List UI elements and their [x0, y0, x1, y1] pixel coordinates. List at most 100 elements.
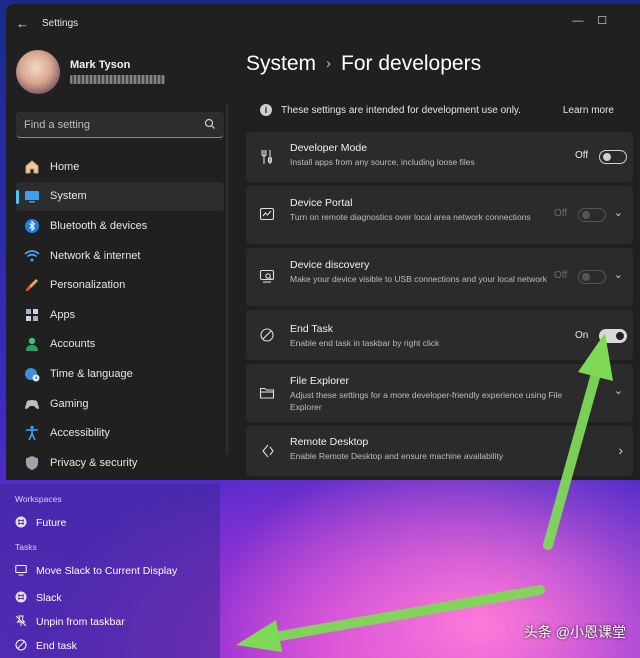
- sidebar-item-accessibility[interactable]: Accessibility: [16, 418, 224, 448]
- window-title: Settings: [42, 18, 79, 29]
- toggle-state-label: Off: [554, 270, 568, 281]
- tasks-header: Tasks: [15, 542, 37, 552]
- system-icon: [25, 191, 39, 203]
- jumplist-label: End task: [36, 640, 77, 652]
- workspaces-header: Workspaces: [15, 494, 62, 504]
- jumplist-item-move-slack[interactable]: Move Slack to Current Display: [0, 560, 220, 582]
- sidebar-item-privacy[interactable]: Privacy & security: [16, 448, 224, 478]
- search-input[interactable]: [24, 116, 194, 134]
- slack-icon: [15, 516, 27, 528]
- info-bar: i These settings are intended for develo…: [246, 96, 628, 126]
- page-title: System › For developers: [246, 52, 481, 76]
- jumplist-label: Move Slack to Current Display: [36, 565, 178, 577]
- sidebar-item-apps[interactable]: Apps: [16, 300, 224, 330]
- toggle-state-label: Off: [575, 150, 589, 161]
- breadcrumb-current: For developers: [341, 52, 482, 75]
- device-discovery-card[interactable]: Device discovery Make your device visibl…: [246, 248, 633, 306]
- jumplist-label: Slack: [36, 592, 62, 604]
- sidebar-item-label: Privacy & security: [50, 456, 138, 469]
- info-icon: i: [260, 104, 272, 116]
- shield-icon: [26, 455, 38, 470]
- card-title: Developer Mode: [290, 142, 368, 154]
- sidebar-item-label: Home: [50, 160, 80, 173]
- sidebar-item-bluetooth[interactable]: Bluetooth & devices: [16, 211, 224, 241]
- sidebar-item-home[interactable]: Home: [16, 152, 224, 182]
- sidebar-item-gaming[interactable]: Gaming: [16, 389, 224, 419]
- card-description: Make your device visible to USB connecti…: [290, 274, 548, 284]
- breadcrumb-separator: ›: [326, 55, 332, 72]
- toggle-knob: [582, 211, 590, 219]
- chevron-right-icon[interactable]: ›: [618, 442, 623, 458]
- jumplist-item-slack[interactable]: Slack: [0, 587, 220, 609]
- sidebar-item-accounts[interactable]: Accounts: [16, 330, 224, 360]
- settings-window: ← Settings — ☐ Mark Tyson Home System: [6, 4, 640, 480]
- toggle-knob: [582, 273, 590, 281]
- developer-tools-icon: [261, 150, 273, 164]
- sidebar-item-label: Apps: [50, 308, 76, 321]
- maximize-icon[interactable]: ☐: [590, 12, 614, 30]
- card-description: Install apps from any source, including …: [290, 157, 475, 167]
- device-discovery-toggle: [578, 270, 606, 284]
- taskbar-jump-list: Workspaces Future Tasks Move Slack to Cu…: [0, 484, 220, 658]
- sidebar-item-label: Accounts: [50, 338, 96, 351]
- chevron-down-icon[interactable]: ⌄: [614, 268, 623, 281]
- slack-icon: [15, 591, 27, 603]
- device-portal-icon: [259, 207, 275, 221]
- search-box[interactable]: [16, 112, 224, 138]
- card-description: Enable end task in taskbar by right clic…: [290, 338, 440, 348]
- card-description: Turn on remote diagnostics over local ar…: [290, 212, 531, 222]
- remote-desktop-card[interactable]: Remote Desktop Enable Remote Desktop and…: [246, 426, 633, 476]
- sidebar-divider: [226, 104, 228, 454]
- workspace-label: Future: [36, 517, 67, 529]
- developer-settings-list: Developer Mode Install apps from any sou…: [246, 132, 633, 480]
- gaming-icon: [25, 399, 39, 409]
- toggle-state-label: Off: [554, 208, 568, 219]
- remote-desktop-icon: [262, 444, 274, 458]
- avatar: [16, 50, 60, 94]
- back-arrow-icon[interactable]: ←: [16, 16, 32, 32]
- developer-mode-toggle[interactable]: [599, 150, 627, 164]
- wifi-icon: [24, 249, 40, 262]
- card-title: Device discovery: [290, 259, 370, 271]
- chevron-down-icon[interactable]: ⌄: [614, 384, 623, 397]
- end-task-toggle[interactable]: [599, 329, 627, 343]
- card-title: File Explorer: [290, 375, 349, 387]
- minimize-icon[interactable]: —: [566, 12, 590, 30]
- brush-icon: [26, 279, 38, 292]
- learn-more-link[interactable]: Learn more: [563, 105, 614, 116]
- card-description: Enable Remote Desktop and ensure machine…: [290, 451, 504, 461]
- accounts-icon: [26, 338, 38, 352]
- sidebar-item-label: Gaming: [50, 397, 89, 410]
- jumplist-item-unpin[interactable]: Unpin from taskbar: [0, 611, 220, 633]
- sidebar-item-label: Personalization: [50, 279, 126, 292]
- developer-mode-card[interactable]: Developer Mode Install apps from any sou…: [246, 132, 633, 182]
- display-icon: [15, 565, 27, 576]
- device-portal-card[interactable]: Device Portal Turn on remote diagnostics…: [246, 186, 633, 244]
- search-icon[interactable]: [204, 118, 216, 130]
- end-task-icon: [260, 328, 274, 342]
- sidebar-item-label: Time & language: [50, 367, 133, 380]
- jumplist-label: Unpin from taskbar: [36, 616, 125, 628]
- sidebar-item-system[interactable]: System: [16, 181, 224, 212]
- sidebar-item-label: Accessibility: [50, 427, 110, 440]
- breadcrumb-parent[interactable]: System: [246, 52, 316, 75]
- toggle-knob: [616, 332, 624, 340]
- sidebar-item-network[interactable]: Network & internet: [16, 241, 224, 271]
- device-discovery-icon: [259, 269, 275, 283]
- sidebar-item-label: System: [50, 190, 87, 203]
- file-explorer-card[interactable]: File Explorer Adjust these settings for …: [246, 364, 633, 422]
- chevron-down-icon[interactable]: ⌄: [614, 206, 623, 219]
- card-title: End Task: [290, 323, 333, 335]
- sidebar-item-label: Network & internet: [50, 249, 141, 262]
- sidebar-item-label: Bluetooth & devices: [50, 219, 148, 232]
- info-text: These settings are intended for developm…: [281, 105, 521, 116]
- device-portal-toggle: [578, 208, 606, 222]
- bluetooth-icon: [25, 218, 39, 233]
- end-task-card[interactable]: End Task Enable end task in taskbar by r…: [246, 310, 633, 360]
- sidebar-item-time-language[interactable]: Time & language: [16, 359, 224, 389]
- sidebar-item-personalization[interactable]: Personalization: [16, 270, 224, 300]
- user-profile[interactable]: Mark Tyson: [16, 50, 216, 100]
- workspace-item-future[interactable]: Future: [0, 512, 220, 534]
- unpin-icon: [15, 615, 27, 627]
- jumplist-item-end-task[interactable]: End task: [0, 635, 220, 657]
